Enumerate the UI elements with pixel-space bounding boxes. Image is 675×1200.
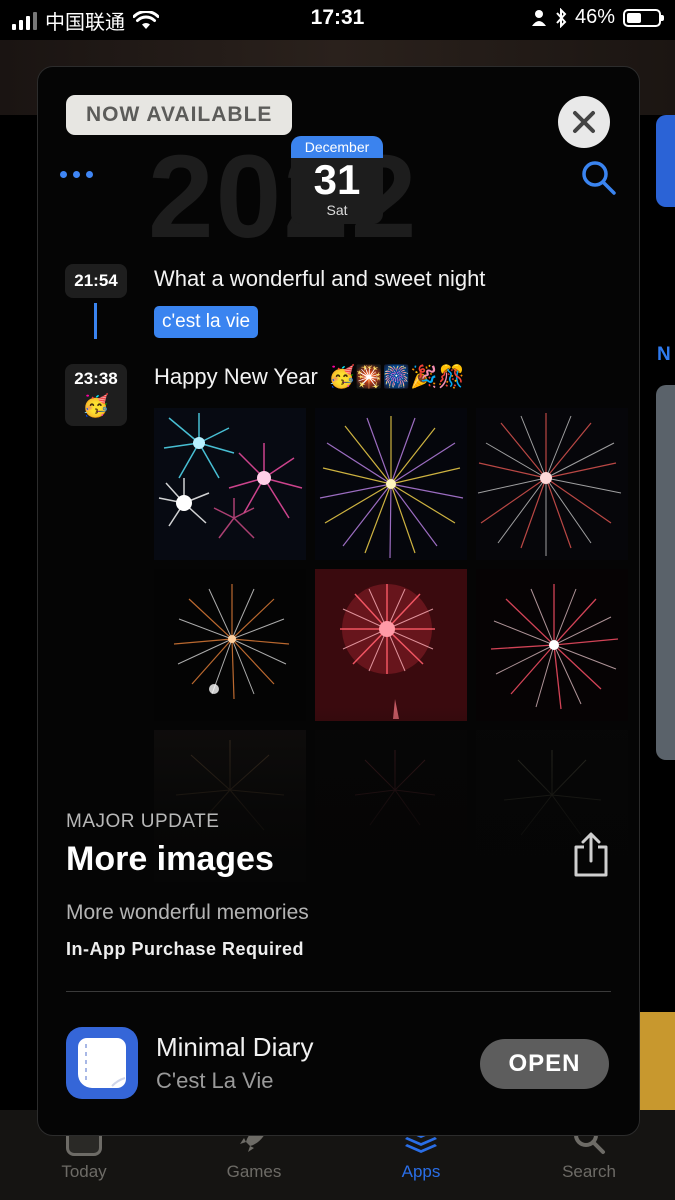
entry-tag: c'est la vie bbox=[154, 306, 259, 338]
battery-percent: 46% bbox=[574, 6, 615, 28]
status-right: 46% bbox=[531, 6, 664, 29]
photo-thumbnail bbox=[315, 408, 467, 560]
screenshot-fade bbox=[38, 707, 639, 967]
battery-fill bbox=[627, 12, 641, 23]
background-card-blue bbox=[656, 115, 675, 207]
tab-label: Games bbox=[226, 1162, 282, 1181]
photo-thumbnail bbox=[476, 569, 628, 721]
date-day: 31 bbox=[313, 156, 361, 203]
date-month: December bbox=[291, 136, 383, 158]
entry-text: What a wonderful and sweet night bbox=[154, 266, 486, 291]
in-app-purchase-note: In-App Purchase Required bbox=[66, 939, 305, 959]
now-available-badge: NOW AVAILABLE bbox=[66, 95, 293, 135]
entry-time-box: 23:38 🥳 bbox=[65, 364, 127, 426]
photo-thumbnail bbox=[315, 569, 467, 721]
timeline-line bbox=[94, 303, 97, 339]
entry-time: 21:54 bbox=[65, 264, 127, 298]
bluetooth-icon bbox=[556, 7, 567, 28]
app-name[interactable]: Minimal Diary bbox=[156, 1032, 313, 1063]
search-icon bbox=[582, 161, 616, 195]
entry-text: Happy New Year bbox=[154, 364, 318, 389]
tab-label: Today bbox=[61, 1162, 107, 1181]
entry-time: 23:38 bbox=[74, 369, 118, 388]
photo-thumbnail bbox=[154, 408, 306, 560]
diary-icon bbox=[78, 1038, 126, 1088]
background-partial-text: N bbox=[657, 344, 671, 365]
tab-label: Search bbox=[562, 1162, 616, 1181]
date-weekday: Sat bbox=[326, 202, 348, 218]
person-icon bbox=[531, 9, 546, 26]
photo-thumbnail bbox=[476, 408, 628, 560]
close-icon bbox=[573, 111, 595, 133]
entry-text-row: Happy New Year 🥳🎇🎆🎉🎊 bbox=[154, 364, 465, 390]
card-eyebrow: MAJOR UPDATE bbox=[66, 811, 220, 832]
background-card-map bbox=[656, 385, 675, 760]
background-card-gold bbox=[637, 1012, 675, 1112]
tab-label: Apps bbox=[401, 1162, 441, 1181]
app-subtitle: C'est La Vie bbox=[156, 1068, 274, 1093]
share-icon[interactable] bbox=[570, 831, 612, 879]
divider bbox=[66, 991, 611, 992]
close-button[interactable] bbox=[558, 96, 610, 148]
date-tile: December 31 Sat bbox=[291, 136, 383, 224]
story-card: 2022 December 31 Sat 21:54 What a wonder… bbox=[37, 66, 640, 1136]
entry-emoji: 🥳🎇🎆🎉🎊 bbox=[328, 364, 465, 389]
app-icon[interactable] bbox=[66, 1027, 138, 1099]
card-title: More images bbox=[66, 840, 274, 878]
mood-icon: 🥳 bbox=[82, 393, 110, 418]
status-bar: 中国联通 17:31 46% bbox=[0, 0, 675, 40]
card-description: More wonderful memories bbox=[66, 901, 309, 924]
battery-icon bbox=[623, 8, 664, 27]
more-icon bbox=[60, 171, 93, 178]
open-button[interactable]: OPEN bbox=[480, 1039, 609, 1089]
photo-thumbnail bbox=[154, 569, 306, 721]
